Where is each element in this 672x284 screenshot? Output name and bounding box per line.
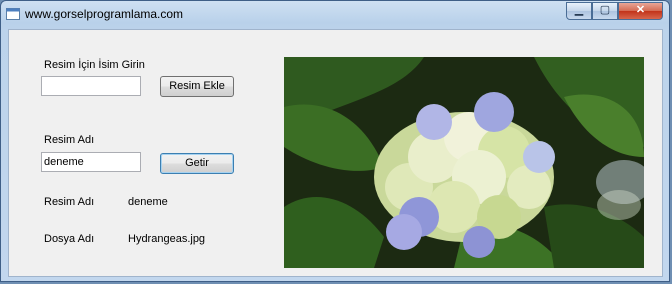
name-prompt-label: Resim İçin İsim Girin [44,59,145,71]
result-file-label: Dosya Adı [44,233,95,245]
minimize-icon: ▁ [574,4,584,16]
result-name-value: deneme [128,196,168,208]
form-client-area: Resim İçin İsim Girin Resim Ekle Resim A… [8,29,663,277]
search-name-label: Resim Adı [44,134,95,146]
title-bar[interactable]: www.gorselprogramlama.com ▁ ▢ ✕ [1,1,669,28]
get-button[interactable]: Getir [160,153,234,174]
add-image-button[interactable]: Resim Ekle [160,76,234,97]
app-window: www.gorselprogramlama.com ▁ ▢ ✕ Resim İç… [0,0,670,282]
search-name-input[interactable] [41,152,141,172]
window-title: www.gorselprogramlama.com [25,7,184,21]
result-file-value: Hydrangeas.jpg [128,233,206,245]
minimize-button[interactable]: ▁ [566,2,592,20]
maximize-button[interactable]: ▢ [592,2,618,20]
picture-box [284,57,644,268]
close-icon: ✕ [635,4,646,16]
image-name-input[interactable] [41,76,141,96]
close-button[interactable]: ✕ [618,2,663,20]
hydrangea-image [284,57,644,268]
result-name-label: Resim Adı [44,196,95,208]
app-icon[interactable] [6,7,20,20]
maximize-icon: ▢ [599,4,611,16]
